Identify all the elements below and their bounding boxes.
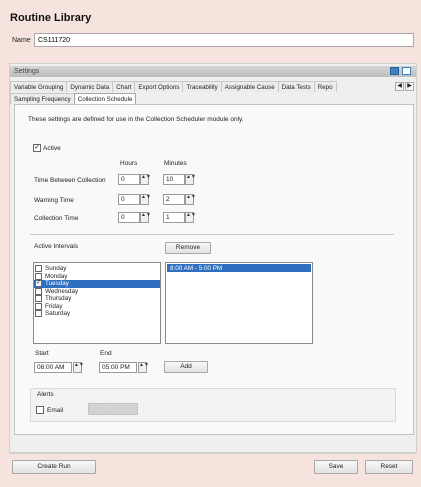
create-run-button[interactable]: Create Run [12,460,96,474]
day-saturday[interactable]: Saturday [34,310,160,318]
collection-minutes-stepper[interactable]: ▲▼ [185,212,196,223]
tab-variable-grouping[interactable]: Variable Grouping [10,81,68,92]
warning-time-label: Warning Time [34,197,74,204]
warning-hours-stepper[interactable]: ▲▼ [140,194,151,205]
start-time-stepper[interactable]: ▲▼ [73,362,84,373]
day-checkbox[interactable] [35,265,42,273]
day-checkbox[interactable]: ✓ [35,280,42,288]
time-between-minutes-input[interactable]: 10 [163,174,185,185]
page-title: Routine Library [10,12,92,24]
tab-row-1: Variable Grouping Dynamic Data Chart Exp… [10,81,337,92]
active-checkbox[interactable]: ✓ [33,144,41,152]
tab-dynamic-data[interactable]: Dynamic Data [66,81,114,92]
tab-traceability[interactable]: Traceability [182,81,222,92]
intervals-list: 8:00 AM - 5:00 PM [165,262,313,344]
name-input[interactable] [34,33,414,47]
day-monday[interactable]: Monday [34,272,160,281]
warning-minutes-stepper[interactable]: ▲▼ [185,194,196,205]
tab-assignable-cause[interactable]: Assignable Cause [220,81,279,92]
day-label: Wednesday [45,287,79,295]
day-label: Tuesday [45,280,69,288]
email-label: Email [47,407,64,414]
collection-minutes-input[interactable]: 1 [163,212,185,223]
time-between-label: Time Between Collection [34,177,106,184]
reset-button[interactable]: Reset [365,460,413,474]
time-between-hours-input[interactable]: 0 [118,174,140,185]
settings-label: Settings [14,68,40,75]
tab-scroll-left-icon[interactable]: ◀ [395,82,404,91]
hours-header: Hours [120,160,138,167]
day-checkbox[interactable] [35,287,42,295]
day-label: Thursday [45,295,72,303]
day-sunday[interactable]: Sunday [34,265,160,273]
day-checkbox[interactable] [35,295,42,303]
interval-item[interactable]: 8:00 AM - 5:00 PM [167,264,311,272]
day-label: Sunday [45,265,67,273]
time-between-hours-stepper[interactable]: ▲▼ [140,174,151,185]
remove-button[interactable]: Remove [165,242,211,254]
end-time-stepper[interactable]: ▲▼ [138,362,149,373]
days-list: Sunday Monday ✓ Tuesday Wednesday Thursda… [33,262,161,344]
name-label: Name [12,37,31,44]
tab-scroll-right-icon[interactable]: ▶ [405,82,414,91]
day-label: Saturday [45,310,71,318]
collection-hours-stepper[interactable]: ▲▼ [140,212,151,223]
end-label: End [100,350,112,357]
email-checkbox[interactable] [36,406,44,414]
copy-icon[interactable] [390,67,399,75]
day-label: Monday [45,272,68,280]
add-button[interactable]: Add [164,361,208,373]
active-label: Active [43,145,61,152]
day-wednesday[interactable]: Wednesday [34,287,160,296]
alerts-group [30,388,396,422]
intro-text: These settings are defined for use in th… [28,116,244,123]
tab-collection-schedule[interactable]: Collection Schedule [73,93,137,104]
end-time-input[interactable]: 05:00 PM [99,362,137,373]
tab-data-tests[interactable]: Data Tests [277,81,315,92]
active-intervals-label: Active Intervals [34,243,79,250]
tab-sampling-frequency[interactable]: Sampling Frequency [10,93,75,104]
collection-time-label: Collection Time [34,215,79,222]
start-time-input[interactable]: 08:00 AM [34,362,72,373]
day-friday[interactable]: Friday [34,302,160,311]
tab-chart[interactable]: Chart [112,81,136,92]
collection-hours-input[interactable]: 0 [118,212,140,223]
alerts-label: Alerts [37,391,54,398]
tab-export-options[interactable]: Export Options [134,81,184,92]
tab-reports[interactable]: Repo [313,81,337,92]
warning-hours-input[interactable]: 0 [118,194,140,205]
start-label: Start [35,350,49,357]
divider [30,234,394,235]
layout-icon[interactable] [402,67,411,75]
day-thursday[interactable]: Thursday [34,295,160,303]
time-between-minutes-stepper[interactable]: ▲▼ [185,174,196,185]
minutes-header: Minutes [164,160,187,167]
email-configure-button[interactable]: Configure [88,403,138,415]
day-tuesday[interactable]: ✓ Tuesday [34,280,160,288]
day-label: Friday [45,302,63,310]
settings-header: Settings [10,66,416,77]
footer-divider [10,453,416,454]
tab-row-2: Sampling Frequency Collection Schedule [10,93,137,104]
day-checkbox[interactable] [35,310,42,318]
day-checkbox[interactable] [35,302,42,310]
warning-minutes-input[interactable]: 2 [163,194,185,205]
save-button[interactable]: Save [314,460,358,474]
day-checkbox[interactable] [35,272,42,280]
